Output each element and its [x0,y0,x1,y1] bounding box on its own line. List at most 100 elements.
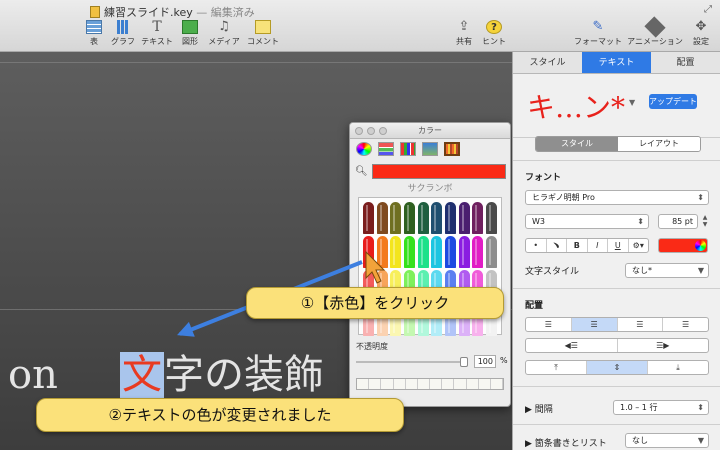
subtab-layout[interactable]: レイアウト [618,137,700,151]
crayon-swatch[interactable] [485,202,497,234]
format-inspector: スタイル テキスト 配置 キ…ン* ▼ アップデート スタイル レイアウト フォ… [512,52,720,450]
opacity-slider-thumb[interactable] [460,357,468,367]
align-top-icon[interactable]: ⤒ [526,361,587,374]
toolbar-animation-button[interactable]: アニメーション [626,16,684,47]
crayon-swatch[interactable] [390,202,402,234]
font-family-popup[interactable]: ヒラギノ明朝 Pro ⬍ [525,190,709,205]
increase-indent-icon[interactable]: ☰▶ [618,339,709,352]
align-right-icon[interactable]: ☰ [618,318,664,331]
swatch-slot[interactable] [381,379,394,389]
swatch-slot[interactable] [430,379,443,389]
advanced-options-button[interactable]: ⚙▾ [629,239,649,252]
swatch-slot[interactable] [417,379,431,389]
swatch-slot[interactable] [490,379,504,389]
toolbar-format-button[interactable]: ✎ フォーマット [570,20,626,47]
swatch-slot[interactable] [393,379,406,389]
update-style-button[interactable]: アップデート [649,94,697,109]
toolbar-media-button[interactable]: ♫ メディア [204,20,244,47]
crayon-swatch[interactable] [444,236,456,268]
align-bottom-icon[interactable]: ⤓ [648,361,708,374]
crayons-icon[interactable] [444,142,460,156]
crayon-swatch[interactable] [417,202,429,234]
bullets-popup[interactable]: なし ▼ [625,433,709,448]
font-size-stepper[interactable]: ▲ ▼ [701,214,709,229]
share-icon: ⇪ [458,19,470,34]
crayon-swatch[interactable] [403,202,415,234]
align-center-icon[interactable]: ☰ [571,318,618,331]
selected-character[interactable]: 文 [120,352,164,398]
bold-button[interactable]: B [567,239,588,252]
italic-button[interactable]: I [588,239,608,252]
character-style-label: 文字スタイル [525,267,580,277]
toolbar-label: 共有 [456,37,472,46]
colors-window[interactable]: カラー 🔍︎ サクランボ 不透明度 100 % [349,122,511,407]
spacing-label: 間隔 [534,405,553,415]
up-down-icon: ⬍ [697,403,704,412]
swatch-slot[interactable] [478,379,491,389]
tab-text[interactable]: テキスト [582,52,651,73]
emphasis-button[interactable]: ﹅ [547,239,567,252]
align-left-icon[interactable]: ☰ [526,318,572,331]
opacity-slider-track[interactable] [356,361,464,363]
fullscreen-icon[interactable]: ⤢ [704,4,712,15]
font-section-label: フォント [525,173,562,183]
slide-title-text[interactable]: on 文字の装飾 [8,342,324,400]
chevron-down-icon[interactable]: ▼ [629,98,635,107]
keynote-document-icon [90,6,100,18]
swatch-slot[interactable] [442,379,455,389]
saved-swatches[interactable] [356,378,504,390]
current-color-swatch[interactable] [372,164,506,179]
image-palettes-icon[interactable] [422,142,438,156]
toolbar-settings-button[interactable]: ✥ 設定 [684,20,718,47]
toolbar-comment-button[interactable]: コメント [243,20,283,47]
crayon-swatch[interactable] [472,236,484,268]
color-wheel-icon[interactable] [695,240,706,251]
bullet-button[interactable]: • [526,239,547,252]
subtab-style[interactable]: スタイル [536,137,618,151]
crayon-swatch[interactable] [417,236,429,268]
decrease-indent-icon[interactable]: ◀☰ [526,339,618,352]
crayon-swatch[interactable] [363,202,374,234]
swatch-slot[interactable] [454,379,467,389]
paintbrush-icon: ✎ [592,19,604,34]
font-weight-popup[interactable]: W3 ⬍ [525,214,649,229]
text-color-well[interactable] [658,238,708,253]
tab-style[interactable]: スタイル [513,52,582,73]
crayon-swatch[interactable] [403,236,415,268]
crayon-swatch[interactable] [472,202,484,234]
paragraph-style-preview[interactable]: キ…ン* ▼ アップデート [513,74,720,138]
spacing-disclosure[interactable]: ▶ 間隔 [525,402,553,415]
color-palettes-icon[interactable] [400,142,416,156]
crayon-swatch[interactable] [444,202,456,234]
font-size-field[interactable]: 85 pt [658,214,698,229]
color-sliders-icon[interactable] [378,142,394,156]
crayon-swatch[interactable] [485,236,497,268]
color-wheel-icon[interactable] [356,142,372,156]
crayon-swatch[interactable] [458,202,470,234]
crayon-swatch[interactable] [431,236,443,268]
character-style-popup[interactable]: なし* ▼ [625,263,709,278]
crayon-row [363,236,497,268]
hint-icon: ? [486,20,502,34]
crayon-swatch[interactable] [458,236,470,268]
window-title: 練習スライド.key — 編集済み [90,4,255,20]
crayon-swatch[interactable] [376,202,388,234]
opacity-field[interactable]: 100 [474,355,496,368]
underline-button[interactable]: U [608,239,629,252]
swatch-slot[interactable] [357,379,370,389]
colors-titlebar[interactable]: カラー [350,123,510,139]
bullets-disclosure[interactable]: ▶ 箇条書きとリスト [525,436,607,449]
crayon-swatch[interactable] [363,236,374,268]
align-justify-icon[interactable]: ☰ [663,318,708,331]
align-middle-icon[interactable]: ⇕ [587,361,648,374]
tab-arrange[interactable]: 配置 [651,52,720,73]
crayon-swatch[interactable] [390,236,402,268]
swatch-slot[interactable] [405,379,418,389]
spacing-popup[interactable]: 1.0 – 1 行 ⬍ [613,400,709,415]
toolbar-hint-button[interactable]: ? ヒント [474,20,514,47]
swatch-slot[interactable] [369,379,382,389]
search-icon[interactable]: 🔍︎ [355,166,368,177]
swatch-slot[interactable] [466,379,479,389]
crayon-swatch[interactable] [376,236,388,268]
crayon-swatch[interactable] [431,202,443,234]
